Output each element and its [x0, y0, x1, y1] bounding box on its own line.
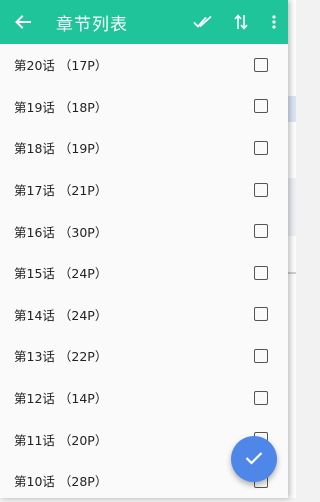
- arrow-left-icon[interactable]: [12, 11, 34, 33]
- sort-icon[interactable]: [230, 11, 252, 33]
- chapter-label: 第13话 （22P）: [14, 349, 108, 365]
- confirm-fab-button[interactable]: [231, 436, 277, 482]
- chapter-row[interactable]: 第12话 （14P）: [0, 377, 288, 419]
- chapter-row[interactable]: 第17话 （21P）: [0, 169, 288, 211]
- check-icon: [245, 450, 263, 469]
- chapter-row[interactable]: 第19话 （18P）: [0, 86, 288, 128]
- chapter-label: 第17话 （21P）: [14, 183, 108, 199]
- chapter-checkbox[interactable]: [254, 57, 268, 72]
- chapter-list: 第20话 （17P） 第19话 （18P） 第18话 （19P） 第17话 （2…: [0, 44, 288, 502]
- chapter-label: 第12话 （14P）: [14, 391, 108, 407]
- chapter-checkbox[interactable]: [254, 224, 268, 239]
- chapter-checkbox[interactable]: [254, 265, 268, 280]
- chapter-row[interactable]: 第16话 （30P）: [0, 210, 288, 252]
- chapter-row[interactable]: 第15话 （24P）: [0, 252, 288, 294]
- background-divider: [288, 272, 296, 274]
- chapter-label: 第10话 （28P）: [14, 474, 108, 490]
- page-title: 章节列表: [56, 14, 128, 35]
- chapter-list-drawer: 章节列表 第20话 （17P） 第19话 （18P） 第18话 （19P） 第1…: [0, 0, 288, 498]
- chapter-checkbox[interactable]: [254, 390, 268, 405]
- select-all-icon[interactable]: [192, 11, 214, 33]
- app-bar: 章节列表: [0, 0, 288, 44]
- chapter-label: 第20话 （17P）: [14, 58, 108, 74]
- chapter-label: 第16话 （30P）: [14, 224, 108, 240]
- chapter-row[interactable]: 第18话 （19P）: [0, 127, 288, 169]
- chapter-checkbox[interactable]: [254, 348, 268, 363]
- chapter-row[interactable]: 第14话 （24P）: [0, 294, 288, 336]
- chapter-row[interactable]: 第13话 （22P）: [0, 335, 288, 377]
- chapter-checkbox[interactable]: [254, 182, 268, 197]
- chapter-checkbox[interactable]: [254, 307, 268, 322]
- chapter-checkbox[interactable]: [254, 140, 268, 155]
- chapter-label: 第18话 （19P）: [14, 141, 108, 157]
- chapter-label: 第11话 （20P）: [14, 432, 108, 448]
- chapter-row[interactable]: 第20话 （17P）: [0, 44, 288, 86]
- more-vert-icon[interactable]: [264, 11, 284, 33]
- chapter-checkbox[interactable]: [254, 99, 268, 114]
- chapter-label: 第14话 （24P）: [14, 307, 108, 323]
- chapter-label: 第19话 （18P）: [14, 99, 108, 115]
- app-bar-actions: [192, 0, 288, 44]
- chapter-label: 第15话 （24P）: [14, 266, 108, 282]
